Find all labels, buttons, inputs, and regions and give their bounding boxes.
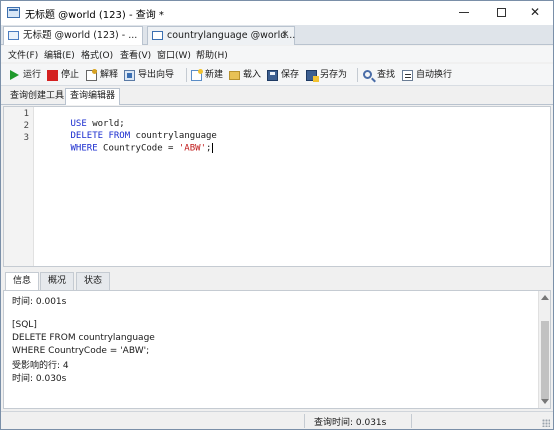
- stop-button[interactable]: 停止: [47, 66, 83, 84]
- sql-keyword: WHERE: [70, 143, 98, 154]
- close-icon: ✕: [529, 5, 541, 19]
- play-icon: [10, 70, 19, 80]
- save-as-icon: [306, 70, 319, 82]
- folder-icon: [229, 71, 240, 80]
- menu-edit[interactable]: 编辑(E): [44, 48, 75, 61]
- tab-query-builder[interactable]: 查询创建工具: [5, 88, 69, 105]
- menu-view[interactable]: 查看(V): [120, 48, 151, 61]
- word-wrap-icon: [402, 70, 413, 81]
- menu-bar: 文件(F) 编辑(E) 格式(O) 查看(V) 窗口(W) 帮助(H): [1, 46, 553, 62]
- export-wizard-label: 导出向导: [138, 70, 175, 80]
- save-as-button[interactable]: 另存为: [306, 66, 352, 84]
- word-wrap-button[interactable]: 自动换行: [402, 66, 458, 84]
- maximize-icon: [496, 8, 506, 17]
- status-separator: [411, 414, 412, 428]
- doc-tab-query[interactable]: 无标题 @world (123) - ...: [3, 26, 143, 45]
- text-caret: [212, 143, 214, 153]
- minimize-button[interactable]: [446, 1, 482, 25]
- vertical-scrollbar[interactable]: [538, 291, 550, 408]
- save-label: 保存: [281, 70, 300, 80]
- line-number: 1: [23, 109, 29, 119]
- doc-tab-label: countrylanguage @world...: [167, 30, 296, 41]
- output-line: 时间: 0.001s: [12, 297, 67, 307]
- menu-format[interactable]: 格式(O): [81, 48, 113, 61]
- sql-editor[interactable]: 1 2 3 USE world; DELETE FROM countrylang…: [3, 106, 551, 267]
- query-time-status: 查询时间: 0.031s: [314, 418, 387, 428]
- explain-button[interactable]: 解释: [86, 66, 122, 84]
- toolbar-separator: [186, 68, 187, 82]
- maximize-button[interactable]: [483, 1, 519, 25]
- save-as-label: 另存为: [320, 70, 348, 80]
- doc-tab-table[interactable]: countrylanguage @world... ✕: [147, 26, 295, 45]
- scrollbar-thumb[interactable]: [541, 321, 549, 399]
- scroll-down-icon[interactable]: [541, 399, 549, 404]
- document-tabs: 无标题 @world (123) - ... countrylanguage @…: [1, 25, 553, 45]
- message-output[interactable]: 时间: 0.001s [SQL] DELETE FROM countrylang…: [3, 290, 551, 409]
- new-button[interactable]: 新建: [191, 66, 227, 84]
- stop-icon: [47, 70, 58, 81]
- sql-text: CountryCode =: [97, 143, 179, 154]
- doc-tab-label: 无标题 @world (123) - ...: [23, 30, 138, 41]
- menu-window[interactable]: 窗口(W): [157, 48, 191, 61]
- window-title: 无标题 @world (123) - 查询 *: [25, 10, 164, 21]
- title-bar: 无标题 @world (123) - 查询 * ✕: [1, 1, 553, 25]
- line-number: 2: [23, 121, 29, 131]
- export-wizard-button[interactable]: 导出向导: [124, 66, 180, 84]
- menu-file[interactable]: 文件(F): [8, 48, 38, 61]
- line-number: 3: [23, 133, 29, 143]
- load-label: 载入: [243, 70, 262, 80]
- app-window: 无标题 @world (123) - 查询 * ✕ 无标题 @world (12…: [0, 0, 554, 430]
- minimize-icon: [459, 12, 469, 13]
- status-bar: 查询时间: 0.031s: [1, 411, 553, 429]
- output-line: DELETE FROM countrylanguage: [12, 333, 155, 343]
- save-icon: [267, 70, 278, 81]
- search-icon: [363, 70, 372, 79]
- query-icon: [8, 31, 19, 40]
- word-wrap-label: 自动换行: [416, 70, 453, 80]
- sql-text: ;: [205, 143, 212, 154]
- menu-help[interactable]: 帮助(H): [196, 48, 228, 61]
- new-label: 新建: [205, 70, 224, 80]
- export-icon: [124, 70, 135, 81]
- new-file-icon: [191, 69, 203, 81]
- output-line: 受影响的行: 4: [12, 361, 69, 371]
- run-button[interactable]: 运行: [9, 66, 45, 84]
- tab-close-icon[interactable]: ✕: [281, 27, 289, 44]
- result-panel-tabs: 信息 概况 状态: [1, 271, 553, 290]
- load-button[interactable]: 载入: [229, 66, 265, 84]
- editor-mode-tabs: 查询创建工具 查询编辑器: [1, 87, 553, 105]
- tab-status[interactable]: 状态: [76, 272, 111, 290]
- resize-grip-icon[interactable]: [542, 419, 550, 427]
- output-line: WHERE CountryCode = 'ABW';: [12, 346, 150, 356]
- toolbar: 运行 停止 解释 导出向导 新建 载入 保存 另存为 查找 自动换行: [1, 64, 553, 86]
- run-label: 运行: [23, 70, 42, 80]
- app-icon: [7, 7, 20, 18]
- find-button[interactable]: 查找: [363, 66, 399, 84]
- save-button[interactable]: 保存: [267, 66, 303, 84]
- tab-profile[interactable]: 概况: [40, 272, 75, 290]
- close-button[interactable]: ✕: [517, 1, 553, 25]
- sql-string: 'ABW': [178, 143, 206, 154]
- explain-label: 解释: [100, 70, 119, 80]
- explain-icon: [86, 69, 97, 81]
- table-icon: [152, 31, 163, 40]
- stop-label: 停止: [61, 70, 80, 80]
- tab-query-editor[interactable]: 查询编辑器: [65, 88, 121, 105]
- tab-message[interactable]: 信息: [5, 272, 40, 290]
- code-line-3: WHERE CountryCode = 'ABW';: [38, 133, 214, 164]
- scroll-up-icon[interactable]: [541, 295, 549, 300]
- line-number-gutter: 1 2 3: [4, 107, 34, 266]
- output-line: 时间: 0.030s: [12, 374, 67, 384]
- output-line: [SQL]: [12, 320, 37, 330]
- status-separator: [304, 414, 305, 428]
- toolbar-separator: [357, 68, 358, 82]
- find-label: 查找: [377, 70, 396, 80]
